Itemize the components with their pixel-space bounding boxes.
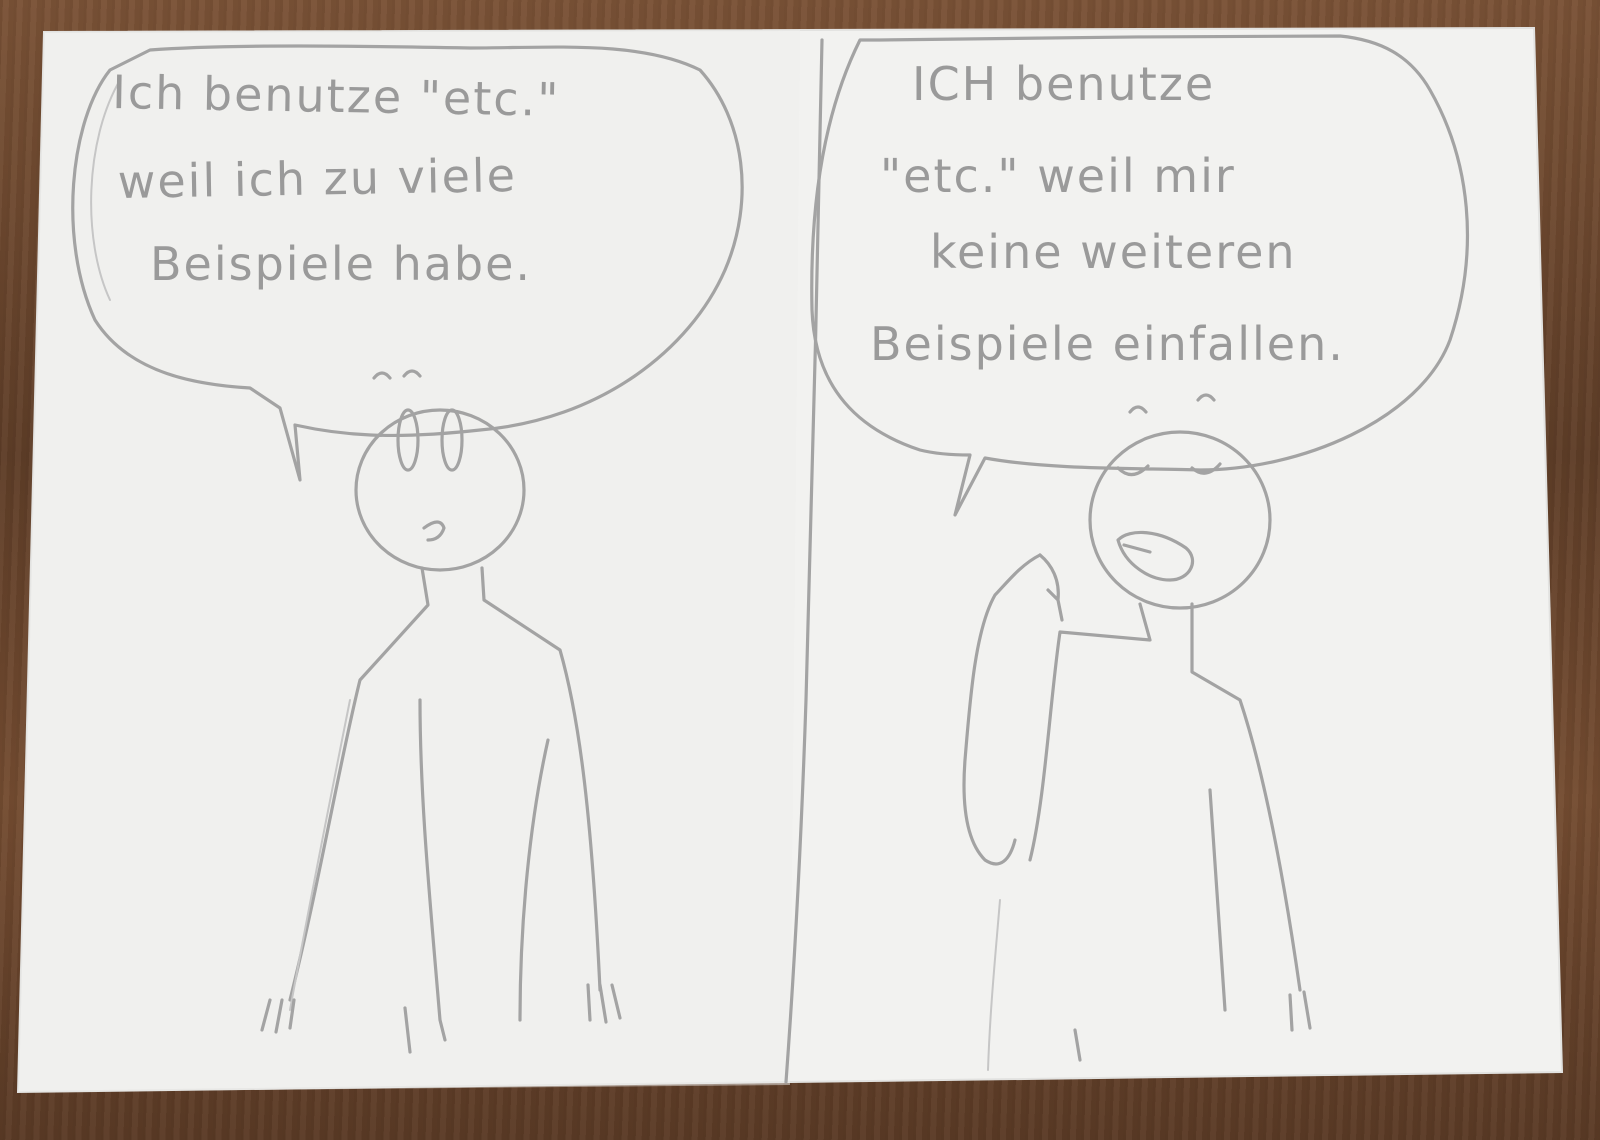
speech-line-3: Beispiele habe. <box>150 237 532 291</box>
speech-line-1: Ich benutze "etc." <box>112 65 561 127</box>
speech-line-2: weil ich zu viele <box>117 148 517 209</box>
speech-line-2: "etc." weil mir <box>880 149 1236 203</box>
speech-line-4: Beispiele einfallen. <box>870 317 1345 371</box>
speech-line-3: keine weiteren <box>930 225 1297 279</box>
speech-line-1: ICH benutze <box>912 57 1215 111</box>
comic-card: Ich benutze "etc." weil ich zu viele Bei… <box>16 26 1564 1094</box>
